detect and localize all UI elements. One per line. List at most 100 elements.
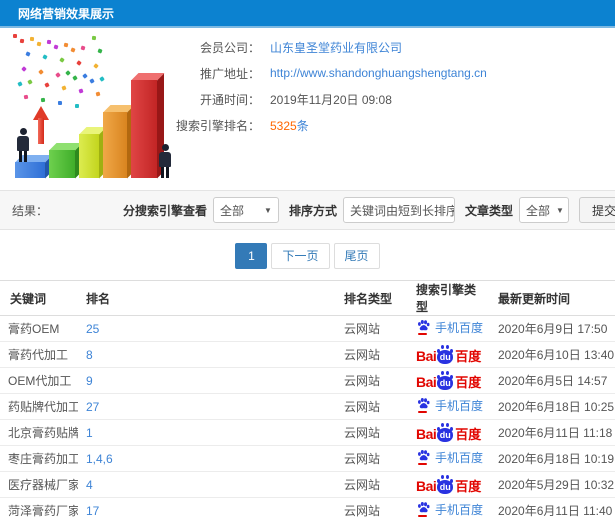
engine-cell: Bai du 百度 bbox=[408, 471, 490, 498]
baidu-suffix-text: 百度 bbox=[455, 479, 482, 494]
updated-cell: 2020年6月9日 17:50 bbox=[490, 315, 615, 342]
caret-down-icon: ▼ bbox=[264, 205, 272, 215]
baidu-du-text: du bbox=[437, 480, 454, 494]
updated-cell: 2020年6月18日 10:25 bbox=[490, 393, 615, 420]
field-engine-rank-count: 搜索引擎排名： 5325条 bbox=[172, 112, 612, 138]
baidu-logo: Bai du 百度 bbox=[416, 423, 481, 442]
baidu-bai-text: Bai bbox=[416, 348, 437, 364]
app-header: 网络营销效果展示 bbox=[0, 0, 615, 28]
pagination: 1 下一页 尾页 bbox=[0, 243, 615, 269]
article-type-select[interactable]: 全部 ▼ bbox=[518, 197, 569, 223]
baidu-suffix-text: 百度 bbox=[455, 375, 482, 390]
rank-link[interactable]: 25 bbox=[86, 322, 99, 336]
promo-url-link[interactable]: http://www.shandonghuangshengtang.cn bbox=[270, 66, 487, 80]
rank-cell: 25 bbox=[78, 315, 336, 342]
rank-cell: 4 bbox=[78, 471, 336, 498]
mobile-baidu-label: 手机百度 bbox=[435, 450, 484, 465]
table-row: 北京膏药贴牌 1 云网站 Bai du 百度 2020年6月11日 11:18 bbox=[0, 419, 615, 446]
rank-link[interactable]: 9 bbox=[86, 374, 93, 388]
field-label: 会员公司： bbox=[199, 40, 260, 55]
table-row: 枣庄膏药加工 1,4,6 云网站 手机百度 2020年6月18日 10:19 bbox=[0, 445, 615, 472]
bar-chart-bar-blue bbox=[15, 155, 52, 178]
col-header-engine-type: 搜索引擎类型 bbox=[408, 280, 490, 316]
article-type-label: 文章类型 bbox=[464, 203, 513, 218]
sort-select[interactable]: 关键词由短到长排序 ▼ bbox=[342, 197, 455, 223]
baidu-logo: Bai du 百度 bbox=[416, 345, 481, 364]
field-member-company: 会员公司： 山东皇圣堂药业有限公司 bbox=[172, 34, 612, 60]
engine-cell: Bai du 百度 bbox=[408, 341, 490, 368]
open-time-value: 2019年11月20日 09:08 bbox=[270, 92, 392, 107]
col-header-rank: 排名 bbox=[78, 280, 336, 316]
updated-cell: 2020年6月11日 11:18 bbox=[490, 419, 615, 446]
engine-view-selected: 全部 bbox=[219, 203, 244, 218]
field-open-time: 开通时间： 2019年11月20日 09:08 bbox=[172, 86, 612, 112]
businessman-figure-right bbox=[157, 144, 173, 178]
growth-arrow-icon bbox=[33, 106, 49, 144]
baidu-paw-icon bbox=[416, 319, 431, 336]
engine-cell: 手机百度 bbox=[408, 393, 490, 420]
baidu-suffix-text: 百度 bbox=[455, 349, 482, 364]
keyword-cell: 药贴牌代加工 bbox=[0, 393, 78, 420]
rank-link[interactable]: 1 bbox=[86, 426, 93, 440]
rank-link[interactable]: 4 bbox=[86, 478, 93, 492]
engine-cell: 手机百度 bbox=[408, 445, 490, 472]
bar-chart-bar-green bbox=[49, 143, 82, 178]
rank-cell: 9 bbox=[78, 367, 336, 394]
baidu-bai-text: Bai bbox=[416, 374, 437, 390]
updated-cell: 2020年5月29日 10:32 bbox=[490, 471, 615, 498]
updated-cell: 2020年6月5日 14:57 bbox=[490, 367, 615, 394]
company-fields: 会员公司： 山东皇圣堂药业有限公司 推广地址： http://www.shand… bbox=[172, 34, 612, 138]
submit-button[interactable]: 提交 bbox=[578, 197, 615, 223]
rank-link[interactable]: 27 bbox=[86, 400, 99, 414]
col-header-keyword: 关键词 bbox=[0, 280, 78, 316]
col-header-rank-type: 排名类型 bbox=[336, 280, 408, 316]
table-row: 膏药代加工 8 云网站 Bai du 百度 2020年6月10日 13:40 bbox=[0, 341, 615, 368]
filter-bar: 结果： 分搜索引擎查看 全部 ▼ 排序方式 关键词由短到长排序 ▼ 文章类型 全… bbox=[0, 190, 615, 230]
results-table-body: 膏药OEM 25 云网站 手机百度 2020年6月9日 17:50 膏药代加工 … bbox=[0, 315, 615, 520]
rank-type-cell: 云网站 bbox=[336, 341, 408, 368]
page-button-next[interactable]: 下一页 bbox=[271, 243, 330, 269]
keyword-cell: OEM代加工 bbox=[0, 367, 78, 394]
results-table-header: 关键词 排名 排名类型 搜索引擎类型 最新更新时间 bbox=[0, 280, 615, 316]
engine-cell: Bai du 百度 bbox=[408, 419, 490, 446]
rank-type-cell: 云网站 bbox=[336, 445, 408, 472]
mobile-baidu-badge: 手机百度 bbox=[416, 501, 483, 518]
updated-cell: 2020年6月11日 11:40 bbox=[490, 497, 615, 520]
confetti-decoration bbox=[9, 32, 109, 112]
keyword-cell: 膏药代加工 bbox=[0, 341, 78, 368]
baidu-du-text: du bbox=[437, 376, 454, 390]
rank-type-cell: 云网站 bbox=[336, 419, 408, 446]
sort-label: 排序方式 bbox=[288, 203, 337, 218]
bar-chart-bar-red bbox=[131, 73, 164, 178]
page-button-current[interactable]: 1 bbox=[235, 243, 268, 269]
rank-link[interactable]: 8 bbox=[86, 348, 93, 362]
mobile-baidu-badge: 手机百度 bbox=[416, 319, 483, 336]
results-table: 关键词 排名 排名类型 搜索引擎类型 最新更新时间 膏药OEM 25 云网站 手… bbox=[0, 280, 615, 520]
baidu-du-text: du bbox=[437, 350, 454, 364]
keyword-cell: 医疗器械厂家 bbox=[0, 471, 78, 498]
rank-cell: 17 bbox=[78, 497, 336, 520]
field-label: 推广地址： bbox=[199, 66, 260, 81]
engine-view-select[interactable]: 全部 ▼ bbox=[212, 197, 279, 223]
page-title: 网络营销效果展示 bbox=[18, 7, 115, 21]
bar-chart-bar-orange bbox=[103, 105, 134, 178]
baidu-du-paw-icon: du bbox=[437, 371, 454, 390]
baidu-du-paw-icon: du bbox=[437, 475, 454, 494]
mobile-baidu-label: 手机百度 bbox=[435, 502, 484, 517]
baidu-suffix-text: 百度 bbox=[455, 427, 482, 442]
bar-chart-bar-lime bbox=[79, 127, 106, 178]
rank-count-number: 5325 bbox=[270, 118, 297, 133]
company-name-link[interactable]: 山东皇圣堂药业有限公司 bbox=[270, 39, 402, 56]
keyword-cell: 北京膏药贴牌 bbox=[0, 419, 78, 446]
rank-cell: 8 bbox=[78, 341, 336, 368]
mobile-baidu-badge: 手机百度 bbox=[416, 449, 483, 466]
rank-cell: 27 bbox=[78, 393, 336, 420]
rank-link[interactable]: 17 bbox=[86, 504, 99, 518]
growth-chart-illustration bbox=[5, 32, 177, 182]
rank-link[interactable]: 1,4,6 bbox=[86, 452, 113, 466]
mobile-baidu-label: 手机百度 bbox=[435, 398, 484, 413]
engine-cell: Bai du 百度 bbox=[408, 367, 490, 394]
rank-type-cell: 云网站 bbox=[336, 497, 408, 520]
page-button-last[interactable]: 尾页 bbox=[333, 243, 380, 269]
table-row: OEM代加工 9 云网站 Bai du 百度 2020年6月5日 14:57 bbox=[0, 367, 615, 394]
